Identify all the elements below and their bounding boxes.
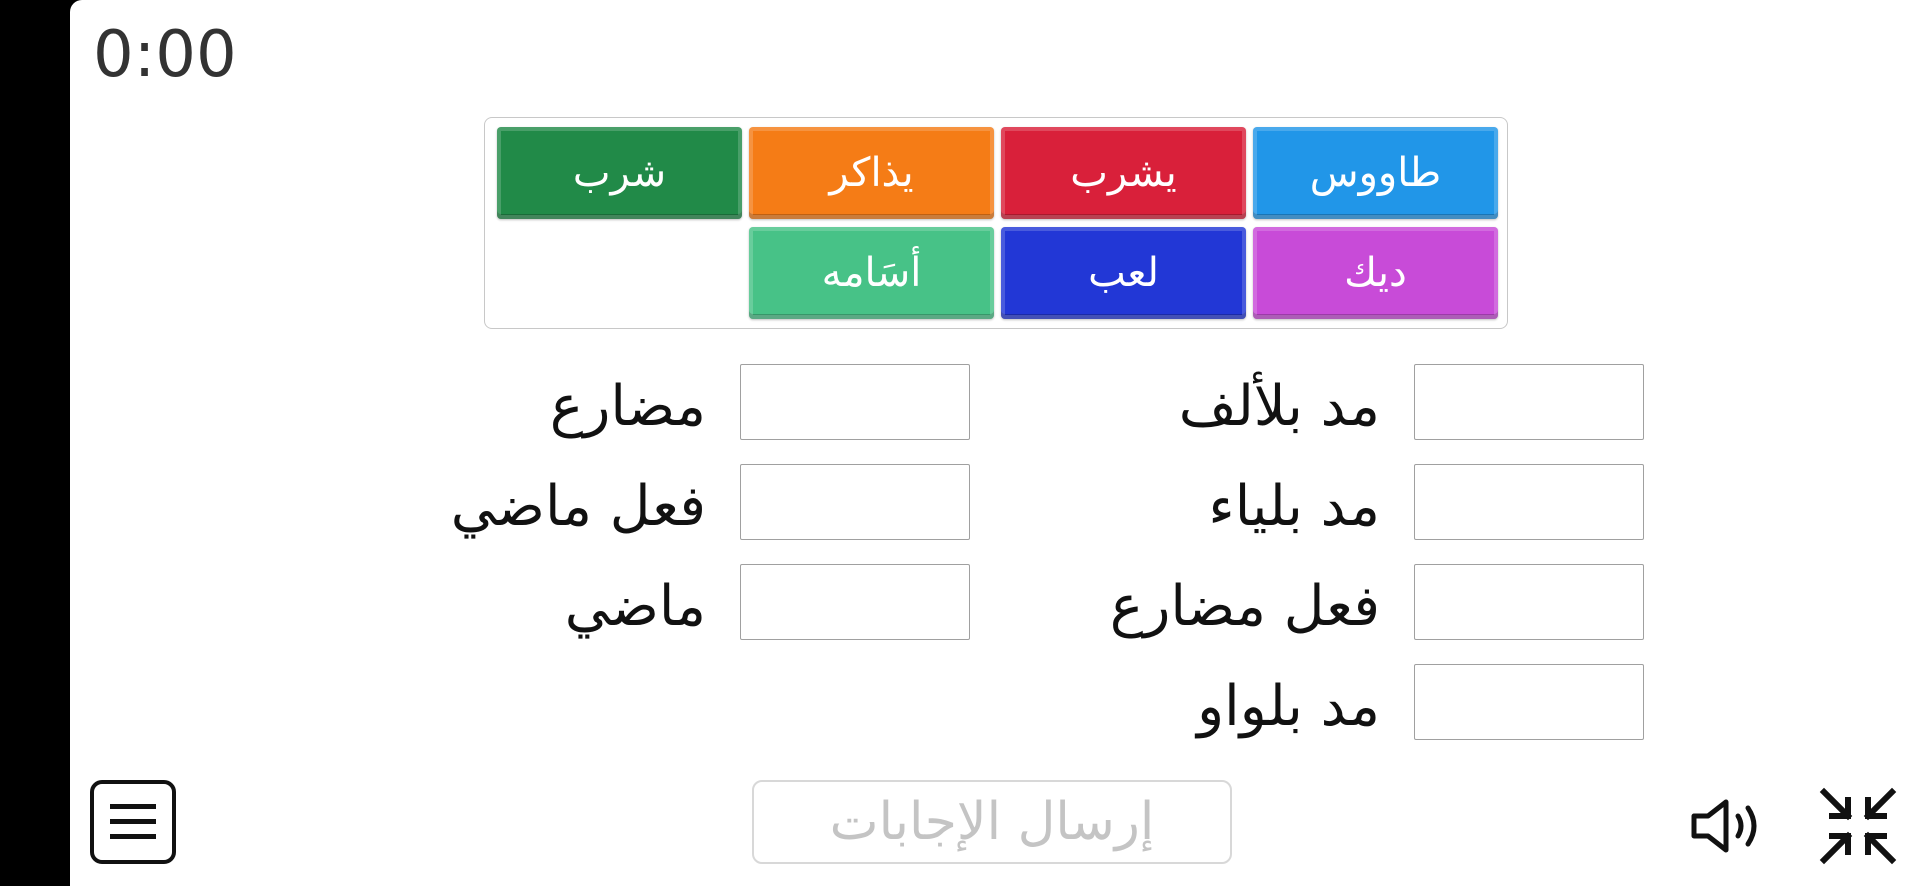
- category-label-madi: ماضي: [564, 574, 706, 639]
- category-label-mudare: مضارع: [549, 374, 706, 439]
- drop-box-fel-madi[interactable]: [740, 464, 970, 540]
- tile-yuthaker[interactable]: يذاكر: [749, 127, 994, 219]
- drop-box-mudare[interactable]: [740, 364, 970, 440]
- tile-osama[interactable]: أسَامه: [749, 227, 994, 319]
- drop-box-madd-waw[interactable]: [1414, 664, 1644, 740]
- hamburger-icon: [110, 804, 156, 839]
- drop-box-madd-yaa[interactable]: [1414, 464, 1644, 540]
- sound-button[interactable]: [1688, 796, 1768, 860]
- tile-shariba[interactable]: شرب: [497, 127, 742, 219]
- menu-button[interactable]: [90, 780, 176, 864]
- category-label-fel-mudare: فعل مضارع: [1109, 574, 1380, 639]
- tile-laeba[interactable]: لعب: [1001, 227, 1246, 319]
- drop-box-madd-alif[interactable]: [1414, 364, 1644, 440]
- exit-fullscreen-icon: [1819, 787, 1897, 865]
- tile-deek[interactable]: ديك: [1253, 227, 1498, 319]
- tile-yashrab[interactable]: يشرب: [1001, 127, 1246, 219]
- submit-answers-button[interactable]: إرسال الإجابات: [752, 780, 1232, 864]
- speaker-icon: [1691, 799, 1757, 853]
- category-label-madd-waw: مد بلواو: [1197, 674, 1380, 739]
- tile-tawoos[interactable]: طاووس: [1253, 127, 1498, 219]
- category-label-madd-yaa: مد بلياء: [1208, 474, 1380, 539]
- tile-tray: طاووس يشرب يذاكر شرب ديك لعب أسَامه: [484, 117, 1508, 329]
- timer: 0:00: [93, 18, 237, 92]
- game-area: 0:00 طاووس يشرب يذاكر شرب ديك لعب أسَامه…: [70, 0, 1920, 886]
- drop-box-madi[interactable]: [740, 564, 970, 640]
- category-label-fel-madi: فعل ماضي: [450, 474, 706, 539]
- exit-fullscreen-button[interactable]: [1818, 786, 1898, 870]
- category-label-madd-alif: مد بلألف: [1178, 374, 1380, 439]
- drop-box-fel-mudare[interactable]: [1414, 564, 1644, 640]
